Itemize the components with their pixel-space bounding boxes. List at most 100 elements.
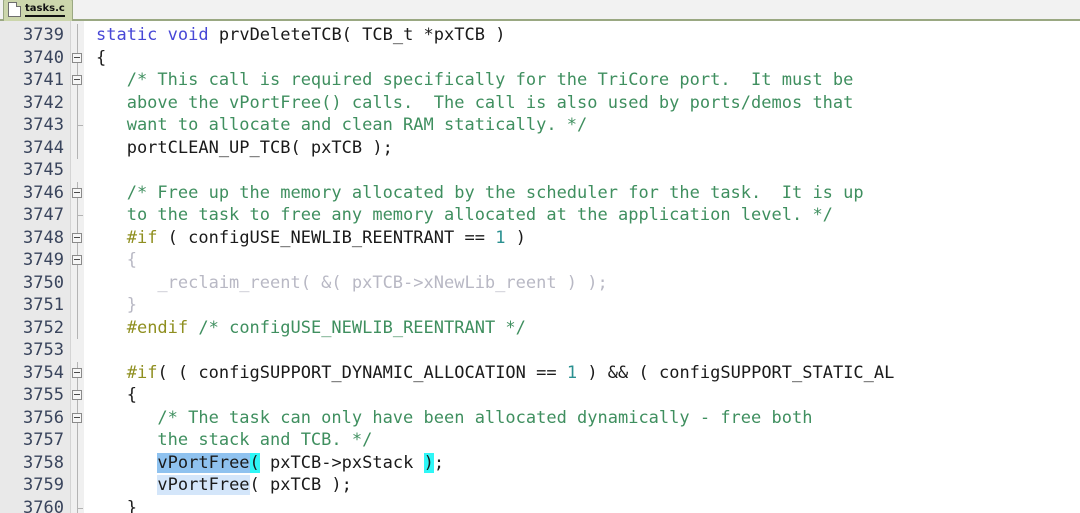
code-token: ( pxTCB ); (249, 475, 352, 495)
code-token: prvDeleteTCB( TCB_t *pxTCB ) (208, 25, 506, 45)
line-number: 3760 (23, 497, 64, 513)
code-line[interactable]: /* Free up the memory allocated by the s… (96, 182, 1080, 205)
code-token: above the vPortFree() calls. The call is… (96, 92, 854, 113)
line-number: 3745 (23, 160, 64, 180)
line-number: 3744 (23, 137, 64, 158)
code-token: /* configUSE_NEWLIB_REENTRANT */ (188, 317, 526, 338)
code-line[interactable]: to the task to free any memory allocated… (96, 204, 1080, 227)
code-token: { (96, 47, 107, 68)
fold-collapse-icon[interactable] (71, 181, 84, 205)
tab-label: tasks.c (25, 3, 65, 17)
code-token: the stack and TCB. */ (96, 430, 373, 450)
fold-guide-line (71, 316, 84, 340)
fold-end-tick (71, 114, 84, 137)
code-line[interactable]: /* The task can only have been allocated… (96, 407, 1080, 430)
fold-collapse-icon[interactable] (71, 361, 84, 385)
line-number: 3756 (23, 407, 64, 428)
fold-cell-empty (71, 159, 84, 182)
code-token: vPortFree (157, 475, 250, 495)
line-number: 3740 (23, 47, 64, 68)
code-token: #endif (126, 317, 189, 338)
code-token: /* The task can only have been allocated… (96, 407, 813, 428)
code-token: ( (249, 452, 260, 473)
code-token: #if (126, 227, 158, 248)
code-token: pxTCB->pxStack (259, 452, 424, 473)
code-line[interactable]: { (96, 384, 1080, 407)
code-token: void (167, 25, 209, 45)
code-line[interactable]: } (96, 294, 1080, 317)
code-line[interactable] (96, 159, 1080, 182)
tab-tasks-c[interactable]: tasks.c (3, 0, 73, 21)
fold-end-tick (71, 204, 84, 227)
code-token: want to allocate and clean RAM staticall… (96, 115, 588, 135)
code-token: /* This call is required specifically fo… (96, 70, 854, 90)
fold-guide-line (71, 136, 84, 160)
code-token: static (96, 25, 158, 45)
code-token: } (96, 295, 137, 315)
code-line[interactable]: _reclaim_reent( &( pxTCB->xNewLib_reent … (96, 272, 1080, 295)
code-line[interactable]: static void prvDeleteTCB( TCB_t *pxTCB ) (96, 24, 1080, 47)
line-number: 3748 (23, 227, 64, 248)
line-number: 3741 (23, 70, 64, 90)
line-number: 3758 (23, 452, 64, 473)
code-line[interactable] (96, 339, 1080, 362)
line-number: 3759 (23, 475, 64, 495)
fold-collapse-icon[interactable] (71, 69, 84, 92)
code-token: /* Free up the memory allocated by the s… (96, 182, 864, 203)
line-number: 3753 (23, 340, 64, 360)
code-line[interactable]: want to allocate and clean RAM staticall… (96, 114, 1080, 137)
fold-guide-line (71, 24, 84, 47)
line-number: 3755 (23, 385, 64, 405)
code-line[interactable]: the stack and TCB. */ (96, 429, 1080, 452)
code-area[interactable]: 3739 3740 3741 3742 3743 3744 3745 3746 3747 3748… (0, 21, 1080, 513)
code-line[interactable]: #endif /* configUSE_NEWLIB_REENTRANT */ (96, 317, 1080, 340)
code-token: vPortFree (157, 452, 250, 473)
line-number: 3754 (23, 362, 64, 383)
fold-cell-empty (71, 339, 84, 362)
line-number: 3749 (23, 250, 64, 270)
code-token: ) (505, 227, 526, 248)
fold-collapse-icon[interactable] (71, 384, 84, 407)
fold-guide-line (71, 429, 84, 452)
line-number: 3742 (23, 92, 64, 113)
code-line[interactable]: } (96, 497, 1080, 513)
fold-collapse-icon[interactable] (71, 249, 84, 272)
code-line[interactable]: #if ( configUSE_NEWLIB_REENTRANT == 1 ) (96, 227, 1080, 250)
line-number: 3751 (23, 295, 64, 315)
code-text-viewport[interactable]: static void prvDeleteTCB( TCB_t *pxTCB )… (84, 21, 1080, 513)
code-token: ) && ( configSUPPORT_STATIC_AL (577, 362, 895, 383)
line-number: 3752 (23, 317, 64, 338)
fold-collapse-icon[interactable] (71, 46, 84, 70)
fold-guide-line (71, 294, 84, 317)
code-line[interactable]: portCLEAN_UP_TCB( pxTCB ); (96, 137, 1080, 160)
line-number: 3739 (23, 25, 64, 45)
code-line[interactable]: #if( ( configSUPPORT_DYNAMIC_ALLOCATION … (96, 362, 1080, 385)
code-token: ; (433, 452, 445, 473)
code-line[interactable]: vPortFree( pxTCB ); (96, 474, 1080, 497)
line-number-gutter: 3739 3740 3741 3742 3743 3744 3745 3746 3747 3748… (0, 21, 70, 513)
code-line[interactable]: { (96, 47, 1080, 70)
code-token: _reclaim_reent( &( pxTCB->xNewLib_reent … (96, 272, 608, 293)
code-token: { (96, 385, 137, 405)
fold-guide-line (71, 451, 84, 475)
fold-end-tick (71, 496, 84, 513)
code-folding-column[interactable] (70, 21, 84, 513)
fold-collapse-icon[interactable] (71, 226, 84, 250)
fold-guide-line (71, 91, 84, 115)
code-line[interactable]: { (96, 249, 1080, 272)
editor-tab-bar: tasks.c (0, 0, 1080, 21)
code-line[interactable]: /* This call is required specifically fo… (96, 69, 1080, 92)
fold-collapse-icon[interactable] (71, 406, 84, 430)
code-token: ( configUSE_NEWLIB_REENTRANT == (157, 227, 496, 248)
code-line[interactable]: vPortFree( pxTCB->pxStack ); (96, 452, 1080, 475)
code-line[interactable]: above the vPortFree() calls. The call is… (96, 92, 1080, 115)
code-token: to the task to free any memory allocated… (96, 205, 833, 225)
line-number: 3747 (23, 205, 64, 225)
code-token: ( ( configSUPPORT_DYNAMIC_ALLOCATION == (157, 362, 567, 383)
code-token: #if (126, 362, 158, 383)
